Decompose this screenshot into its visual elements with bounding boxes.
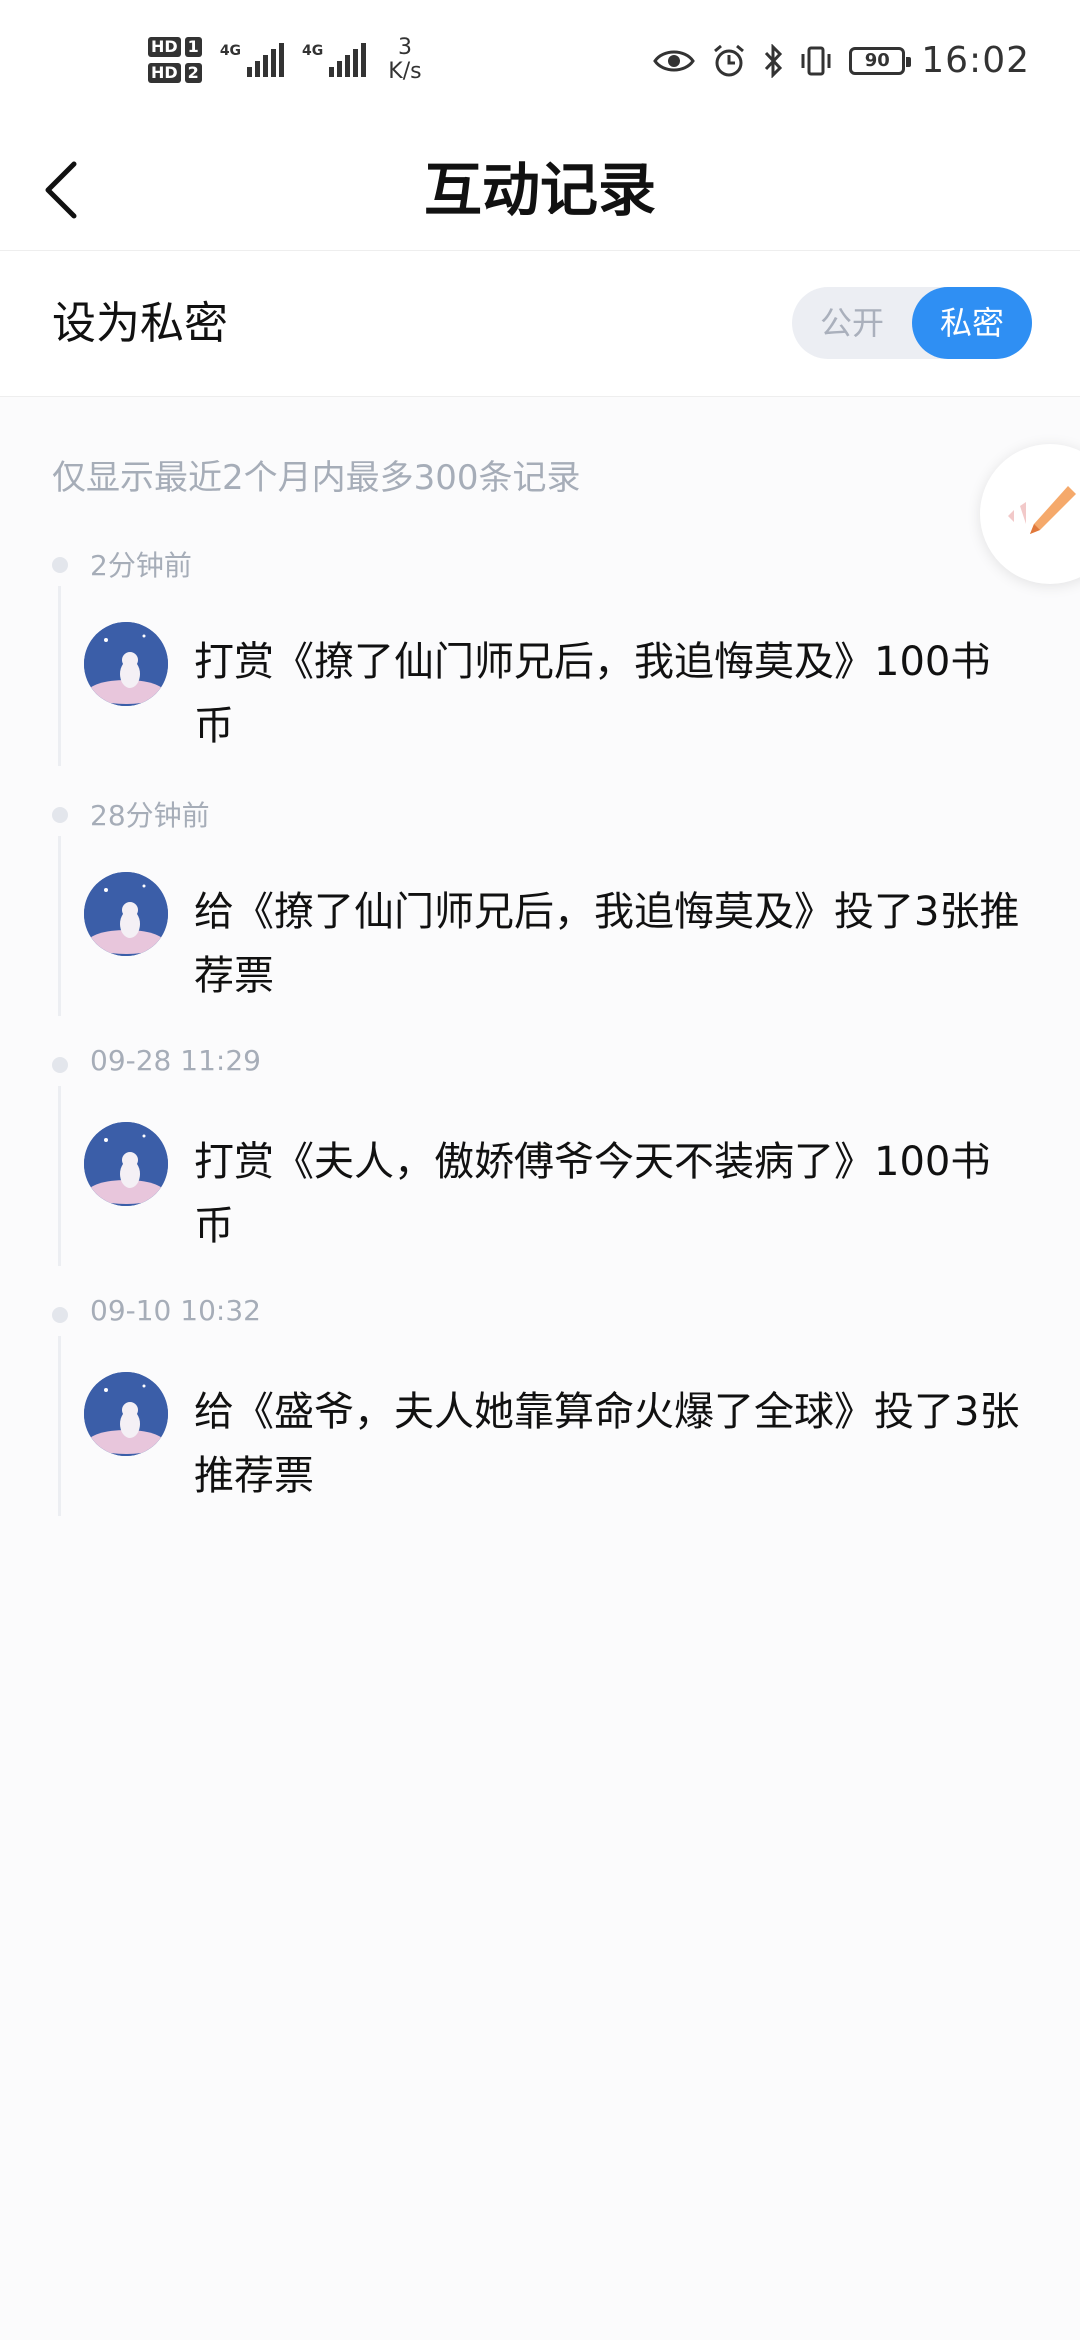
battery-icon: 90 <box>849 46 912 75</box>
timeline-dot <box>52 1307 68 1323</box>
eye-icon <box>653 47 696 75</box>
hd2-number: 2 <box>184 63 202 83</box>
timeline-entry: 09-10 10:32 给《盛爷，夫人她靠算命火爆了全球》投了3张推荐票 <box>0 1290 1080 1540</box>
avatar[interactable] <box>84 872 168 956</box>
timeline-dot <box>52 557 68 573</box>
bluetooth-icon <box>763 43 783 78</box>
nav-header: 互动记录 <box>0 130 1080 251</box>
status-bar: HD 1 HD 2 4G 4G 3 K/s 90 16:02 <box>0 0 1080 130</box>
speed-value: 3 <box>397 35 412 60</box>
record-time: 28分钟前 <box>90 799 210 832</box>
vibrate-icon <box>799 44 833 78</box>
record-time: 2分钟前 <box>90 549 192 582</box>
timeline-entry: 2分钟前 打赏《撩了仙门师兄后，我追悔莫及》100书币 <box>0 540 1080 790</box>
hd-indicators: HD 1 HD 2 <box>148 37 202 83</box>
hd1-indicator: HD 1 <box>148 37 202 57</box>
timeline-line <box>58 1086 61 1266</box>
hd2-label: HD <box>148 63 181 83</box>
privacy-setting-row: 设为私密 公开 私密 <box>0 251 1080 397</box>
timeline-entry: 09-28 11:29 打赏《夫人，傲娇傅爷今天不装病了》100书币 <box>0 1040 1080 1290</box>
timeline-line <box>58 1336 61 1516</box>
interaction-timeline: 2分钟前 打赏《撩了仙门师兄后，我追悔莫及》100书币 28分钟前 给《撩了仙门… <box>0 540 1080 1540</box>
speed-unit: K/s <box>388 59 422 84</box>
timeline-dot <box>52 1057 68 1073</box>
hd1-label: HD <box>148 37 181 57</box>
timeline-entry: 28分钟前 给《撩了仙门师兄后，我追悔莫及》投了3张推荐票 <box>0 790 1080 1040</box>
privacy-toggle[interactable]: 公开 私密 <box>792 287 1032 359</box>
record-text: 给《撩了仙门师兄后，我追悔莫及》投了3张推荐票 <box>194 889 1020 999</box>
toggle-option-public[interactable]: 公开 <box>792 287 912 359</box>
network-1-label: 4G <box>219 43 242 59</box>
status-right: 90 16:02 <box>653 40 1030 81</box>
toggle-option-private[interactable]: 私密 <box>912 287 1032 359</box>
timeline-line <box>58 836 61 1016</box>
network-speed: 3 K/s <box>388 36 421 84</box>
record-time: 09-10 10:32 <box>90 1294 261 1327</box>
records-limit-note: 仅显示最近2个月内最多300条记录 <box>52 458 581 498</box>
avatar[interactable] <box>84 622 168 706</box>
clock: 16:02 <box>921 40 1030 81</box>
record-text: 打赏《夫人，傲娇傅爷今天不装病了》100书币 <box>194 1139 991 1249</box>
hd1-number: 1 <box>184 37 202 57</box>
hd2-indicator: HD 2 <box>148 63 202 83</box>
avatar[interactable] <box>84 1122 168 1206</box>
network-2-label: 4G <box>302 43 324 59</box>
avatar[interactable] <box>84 1372 168 1456</box>
signal-2-icon: 4G <box>302 43 367 77</box>
record-time: 09-28 11:29 <box>90 1044 261 1077</box>
status-left: HD 1 HD 2 4G 4G 3 K/s <box>148 36 422 84</box>
page-title: 互动记录 <box>423 156 656 224</box>
signal-1-icon: 4G <box>219 43 285 77</box>
timeline-dot <box>52 807 68 823</box>
record-text: 给《盛爷，夫人她靠算命火爆了全球》投了3张推荐票 <box>194 1389 1020 1499</box>
record-text: 打赏《撩了仙门师兄后，我追悔莫及》100书币 <box>194 639 991 749</box>
timeline-line <box>58 586 61 766</box>
alarm-icon <box>711 43 747 79</box>
privacy-label: 设为私密 <box>52 298 228 349</box>
